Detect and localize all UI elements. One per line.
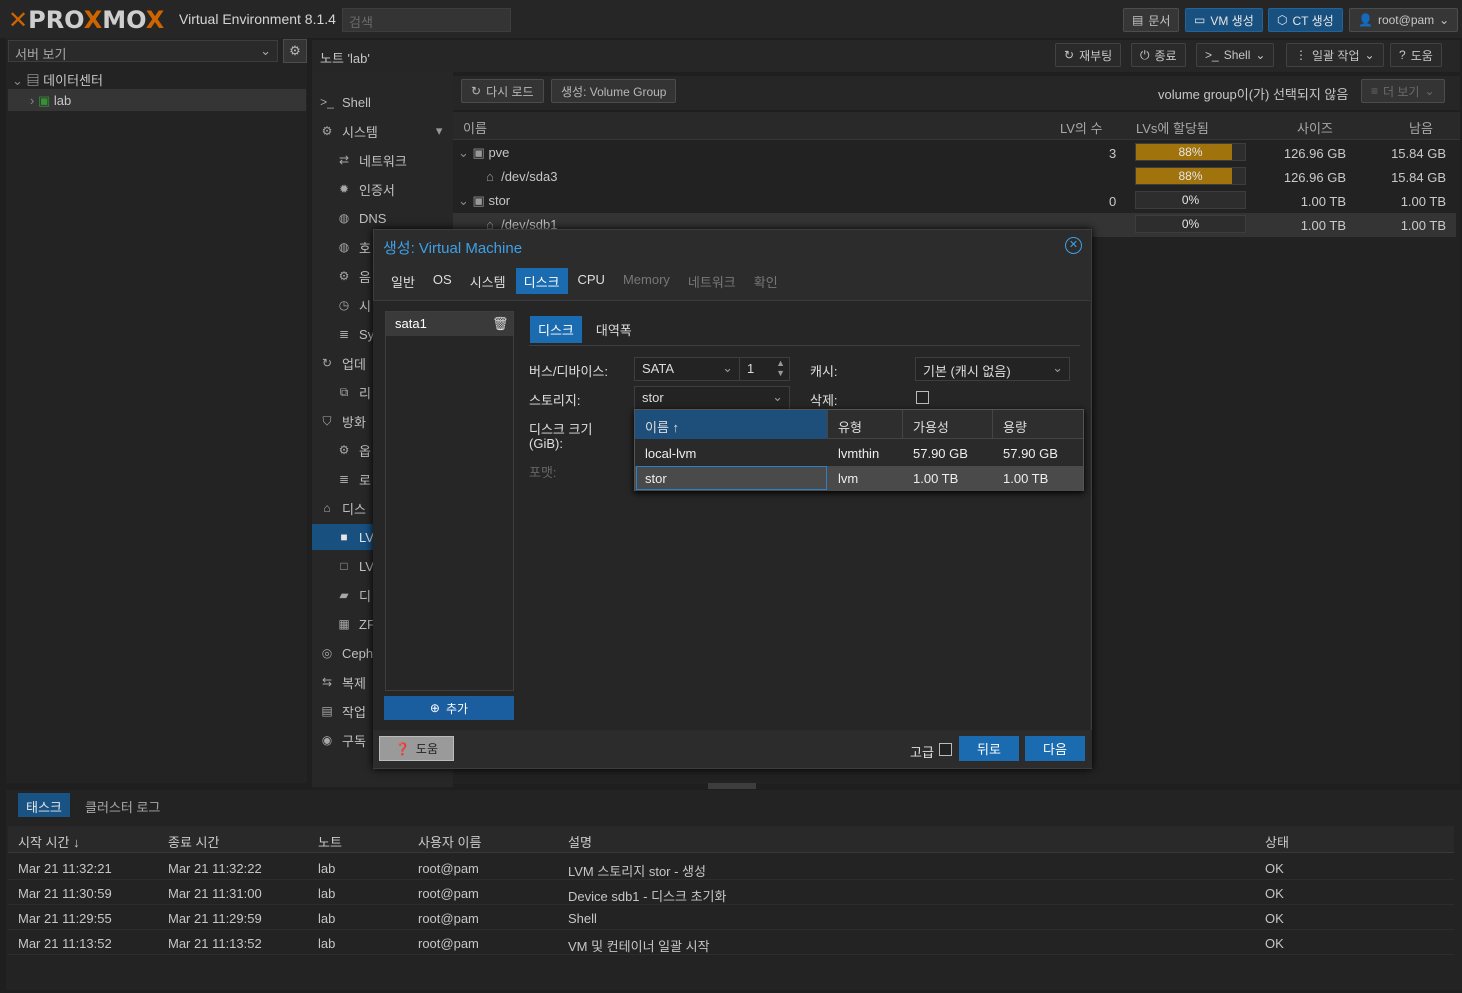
cache-select[interactable]: 기본 (캐시 없음) ⌄ xyxy=(915,357,1070,381)
bus-label: 버스/디바이스: xyxy=(529,364,608,379)
discard-label: 삭제: xyxy=(810,393,838,408)
advanced-label: 고급 xyxy=(910,745,934,760)
add-disk-button[interactable]: ⊕ 추가 xyxy=(384,696,514,720)
dialog-help-button[interactable]: ❓ 도움 xyxy=(379,736,454,761)
dialog-tabs: 일반 OS 시스템 디스크 CPU Memory 네트워크 확인 xyxy=(383,268,788,294)
tab-memory[interactable]: Memory xyxy=(615,268,678,294)
storage-option-cell: lvmthin xyxy=(838,446,880,461)
storage-option-cell: local-lvm xyxy=(645,446,697,461)
storage-option-cell: 1.00 TB xyxy=(913,471,959,486)
tab-os[interactable]: OS xyxy=(425,268,460,294)
trash-icon[interactable]: 🗑 xyxy=(492,316,509,332)
format-label: 포맷: xyxy=(529,465,557,480)
storage-option[interactable]: stor lvm 1.00 TB 1.00 TB xyxy=(635,466,1083,491)
dd-col-capacity[interactable]: 용량 xyxy=(993,410,1083,439)
tab-system[interactable]: 시스템 xyxy=(462,268,514,294)
tab-cpu[interactable]: CPU xyxy=(570,268,613,294)
storage-option-cell: stor xyxy=(645,471,667,486)
storage-option-cell: 1.00 TB xyxy=(1003,471,1049,486)
bus-select[interactable]: SATA ⌄ xyxy=(634,357,740,381)
plus-circle-icon: ⊕ xyxy=(429,701,440,715)
cache-label: 캐시: xyxy=(810,364,838,379)
divider xyxy=(529,345,1080,346)
storage-option-cell: lvm xyxy=(838,471,859,486)
tab-confirm[interactable]: 확인 xyxy=(746,268,786,294)
tab-disk[interactable]: 디스크 xyxy=(515,268,568,294)
discard-checkbox[interactable] xyxy=(916,391,929,404)
next-button[interactable]: 다음 xyxy=(1025,736,1085,761)
subtab-disk[interactable]: 디스크 xyxy=(530,316,582,343)
question-icon: ❓ xyxy=(394,741,410,756)
storage-option-cell: 57.90 GB xyxy=(1003,446,1058,461)
storage-option[interactable]: local-lvm lvmthin 57.90 GB 57.90 GB xyxy=(635,441,1083,466)
dd-col-type[interactable]: 유형 xyxy=(828,410,903,439)
storage-option-cell: 57.90 GB xyxy=(913,446,968,461)
tab-network[interactable]: 네트워크 xyxy=(680,268,744,294)
subtab-bandwidth[interactable]: 대역폭 xyxy=(588,316,640,343)
disk-list xyxy=(385,311,514,691)
dd-col-name[interactable]: 이름 ↑ xyxy=(635,410,828,439)
close-icon[interactable]: ✕ xyxy=(1065,237,1082,254)
dialog-title: 생성: Virtual Machine xyxy=(383,240,523,257)
disk-size-unit: (GiB): xyxy=(529,436,563,451)
device-spinner[interactable]: 1 ▲ ▼ xyxy=(739,357,790,381)
back-button[interactable]: 뒤로 xyxy=(959,736,1019,761)
tab-general[interactable]: 일반 xyxy=(383,268,423,294)
storage-select[interactable]: stor ⌄ xyxy=(634,386,790,410)
disk-subtabs: 디스크 대역폭 xyxy=(530,316,640,343)
advanced-checkbox[interactable] xyxy=(939,743,952,756)
storage-label: 스토리지: xyxy=(529,393,581,408)
dd-col-avail[interactable]: 가용성 xyxy=(903,410,993,439)
